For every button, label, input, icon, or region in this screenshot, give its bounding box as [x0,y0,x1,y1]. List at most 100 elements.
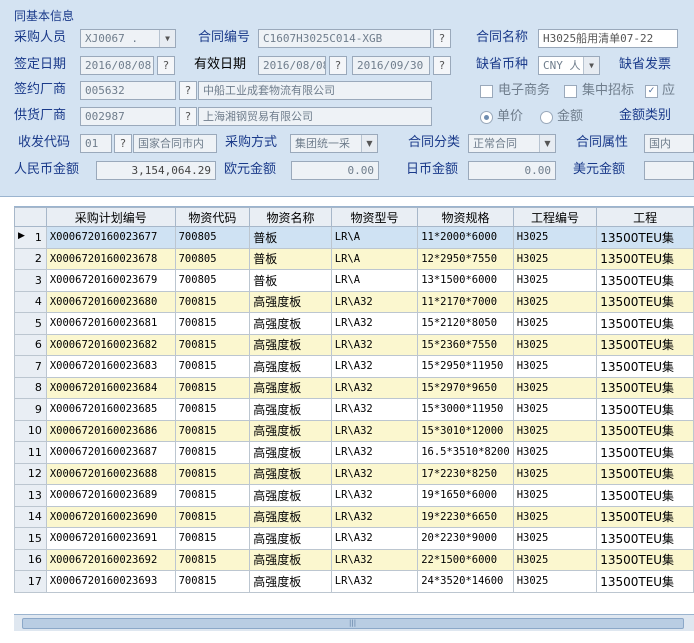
cell-plan[interactable]: X0006720160023693 [45,570,176,593]
cell-spec[interactable]: 16.5*3510*8200 [417,441,514,464]
cell-proj2[interactable]: 13500TEU集 [596,312,694,335]
cell-proj[interactable]: H3025 [512,548,598,571]
cell-code[interactable]: 700815 [174,312,251,335]
cell-proj[interactable]: H3025 [512,419,598,442]
cell-spec[interactable]: 15*3010*12000 [417,419,514,442]
cell-spec[interactable]: 15*2120*8050 [417,312,514,335]
table-row[interactable]: 17 X0006720160023693 700815 高强度板 LR\A32 24*35… [14,570,694,593]
eur-amount-field[interactable]: 0.00 [291,161,379,180]
cell-spec[interactable]: 19*2230*6650 [417,505,514,528]
cell-plan[interactable]: X0006720160023691 [45,527,176,550]
row-number[interactable]: 7 [14,355,47,378]
column-header[interactable]: 工程 [596,207,694,227]
cell-proj2[interactable]: 13500TEU集 [596,462,694,485]
cell-plan[interactable]: X0006720160023688 [45,462,176,485]
chevron-down-icon[interactable]: ▼ [159,30,175,47]
cell-name[interactable]: 高强度板 [249,333,332,356]
sign-date-field[interactable]: 2016/08/08 [80,56,154,75]
cell-spec[interactable]: 11*2170*7000 [417,290,514,313]
cell-proj[interactable]: H3025 [512,570,598,593]
cell-plan[interactable]: X0006720160023689 [45,484,176,507]
cell-name[interactable]: 高强度板 [249,527,332,550]
supply-vendor-name-field[interactable]: 上海湘钢贸易有限公司 [198,107,432,126]
cell-model[interactable]: LR\A32 [330,484,419,507]
cell-name[interactable]: 高强度板 [249,398,332,421]
cell-model[interactable]: LR\A [330,269,419,292]
cell-code[interactable]: 700805 [174,247,251,270]
cell-proj2[interactable]: 13500TEU集 [596,247,694,270]
chevron-down-icon[interactable]: ▼ [361,135,377,152]
row-number[interactable]: 6 [14,333,47,356]
cell-name[interactable]: 高强度板 [249,505,332,528]
cell-name[interactable]: 高强度板 [249,312,332,335]
row-number[interactable]: 15 [14,527,47,550]
cell-proj[interactable]: H3025 [512,269,598,292]
valid-from-field[interactable]: 2016/08/08 [258,56,326,75]
recv-code-lookup-button[interactable]: ? [114,134,132,153]
cell-model[interactable]: LR\A32 [330,462,419,485]
table-row[interactable]: 13 X0006720160023689 700815 高强度板 LR\A32 19*16… [14,484,694,507]
unit-price-radio[interactable] [480,111,493,124]
table-row[interactable]: 6 X0006720160023682 700815 高强度板 LR\A32 15*236… [14,333,694,356]
cell-code[interactable]: 700815 [174,527,251,550]
column-header[interactable]: 工程编号 [512,207,598,227]
cell-proj[interactable]: H3025 [512,355,598,378]
table-row[interactable]: 12 X0006720160023688 700815 高强度板 LR\A32 17*22… [14,462,694,485]
table-row[interactable]: 4 X0006720160023680 700815 高强度板 LR\A32 11*217… [14,290,694,313]
cell-model[interactable]: LR\A32 [330,419,419,442]
cell-model[interactable]: LR\A [330,247,419,270]
sign-vendor-name-field[interactable]: 中船工业成套物流有限公司 [198,81,432,100]
cell-code[interactable]: 700815 [174,570,251,593]
cell-proj2[interactable]: 13500TEU集 [596,548,694,571]
cell-code[interactable]: 700805 [174,226,251,249]
cell-spec[interactable]: 15*2970*9650 [417,376,514,399]
cell-name[interactable]: 普板 [249,269,332,292]
cell-spec[interactable]: 17*2230*8250 [417,462,514,485]
jpy-amount-field[interactable]: 0.00 [468,161,556,180]
table-row[interactable]: 14 X0006720160023690 700815 高强度板 LR\A32 19*22… [14,505,694,528]
row-number[interactable]: 10 [14,419,47,442]
cell-code[interactable]: 700815 [174,398,251,421]
cell-model[interactable]: LR\A32 [330,398,419,421]
cell-name[interactable]: 高强度板 [249,462,332,485]
column-header[interactable]: 物资名称 [249,207,332,227]
cell-model[interactable]: LR\A32 [330,376,419,399]
row-number[interactable]: 2 [14,247,47,270]
cell-model[interactable]: LR\A32 [330,333,419,356]
cell-plan[interactable]: X0006720160023690 [45,505,176,528]
cell-code[interactable]: 700815 [174,419,251,442]
sign-vendor-lookup-button[interactable]: ? [179,81,197,100]
sign-vendor-code-field[interactable]: 005632 [80,81,176,100]
cell-spec[interactable]: 15*2950*11950 [417,355,514,378]
cell-plan[interactable]: X0006720160023678 [45,247,176,270]
table-row[interactable]: ▶ 1 X0006720160023677 700805 普板 LR\A 11*2000*6… [14,226,694,249]
cell-proj2[interactable]: 13500TEU集 [596,570,694,593]
recv-code-field[interactable]: 01 [80,134,112,153]
purchase-method-combo[interactable]: 集团统一采 ▼ [290,134,378,153]
column-header[interactable]: 物资型号 [330,207,419,227]
cell-proj[interactable]: H3025 [512,247,598,270]
cell-proj2[interactable]: 13500TEU集 [596,398,694,421]
cell-proj2[interactable]: 13500TEU集 [596,355,694,378]
cell-model[interactable]: LR\A32 [330,312,419,335]
table-row[interactable]: 5 X0006720160023681 700815 高强度板 LR\A32 15*212… [14,312,694,335]
cell-plan[interactable]: X0006720160023677 [45,226,176,249]
sign-date-picker-button[interactable]: ? [157,56,175,75]
cell-proj[interactable]: H3025 [512,333,598,356]
row-number[interactable]: 3 [14,269,47,292]
cell-model[interactable]: LR\A32 [330,505,419,528]
cell-plan[interactable]: X0006720160023687 [45,441,176,464]
cell-name[interactable]: 普板 [249,226,332,249]
cell-plan[interactable]: X0006720160023682 [45,333,176,356]
supply-vendor-code-field[interactable]: 002987 [80,107,176,126]
row-number[interactable]: 12 [14,462,47,485]
scrollbar-thumb[interactable]: ||| [22,618,684,629]
table-row[interactable]: 3 X0006720160023679 700805 普板 LR\A 13*1500*60… [14,269,694,292]
cell-code[interactable]: 700815 [174,462,251,485]
contract-no-field[interactable]: C1607H3025C014-XGB [258,29,431,48]
cell-proj2[interactable]: 13500TEU集 [596,376,694,399]
horizontal-scrollbar[interactable]: ||| [14,614,694,631]
cell-spec[interactable]: 15*2360*7550 [417,333,514,356]
cell-proj2[interactable]: 13500TEU集 [596,269,694,292]
row-number[interactable]: 9 [14,398,47,421]
